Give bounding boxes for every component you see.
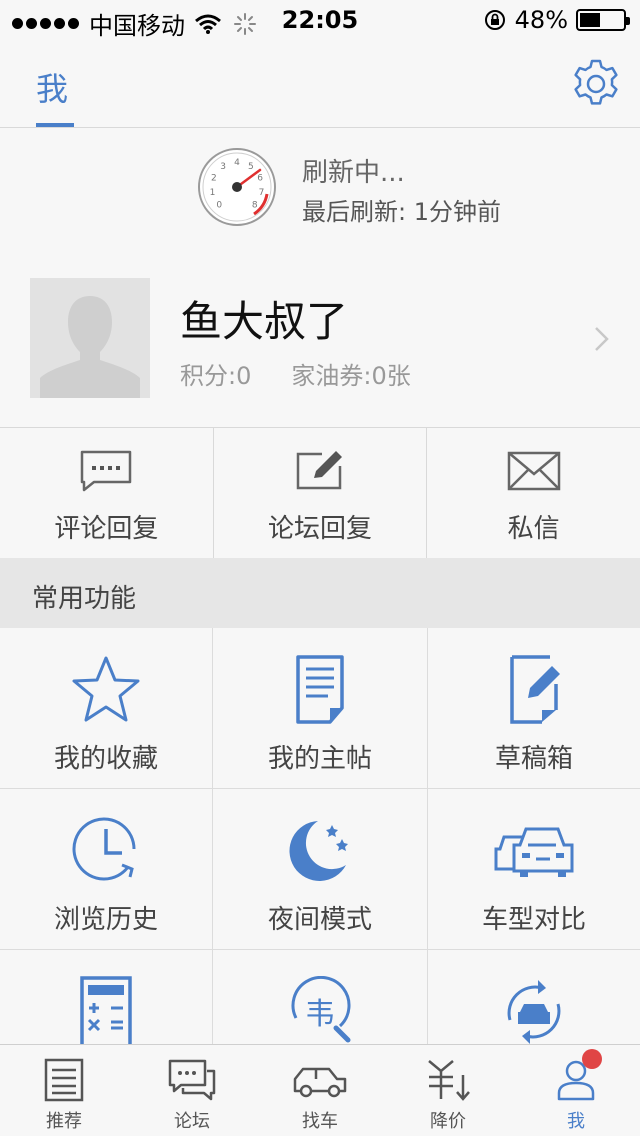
- quick-actions-row: 评论回复 论坛回复 私信: [0, 428, 640, 558]
- feature-label: 车型对比: [481, 905, 586, 935]
- last-refresh-time: 最后刷新: 1分钟前: [302, 198, 501, 226]
- car-replacement-button[interactable]: [428, 950, 640, 1044]
- status-bar: 中国移动 22:05 48%: [0, 0, 640, 40]
- tab-label: 推荐: [46, 1111, 82, 1132]
- gauge-number: 7: [259, 188, 265, 198]
- tab-label: 找车: [302, 1111, 338, 1132]
- private-messages-button[interactable]: 私信: [427, 428, 640, 558]
- star-icon: [72, 656, 140, 722]
- section-title: 常用功能: [32, 584, 137, 614]
- coupon-count: 家油券:0张: [291, 362, 411, 390]
- gauge-number: 8: [252, 201, 258, 211]
- gauge-number: 4: [234, 158, 240, 168]
- tab-me[interactable]: 我: [36, 64, 68, 110]
- car-icon: [293, 1067, 347, 1098]
- drafts-button[interactable]: 草稿箱: [428, 628, 640, 789]
- calculator-icon: [80, 976, 132, 1044]
- battery-icon: [576, 9, 630, 31]
- feature-label: 草稿箱: [494, 744, 573, 774]
- nav-bar: 我: [0, 40, 640, 128]
- quick-action-label: 私信: [507, 514, 560, 544]
- feature-label: 浏览历史: [53, 905, 158, 935]
- points-count: 积分:0: [180, 362, 252, 390]
- comment-icon: [81, 450, 132, 492]
- gear-icon[interactable]: [570, 58, 622, 110]
- section-header: 常用功能: [0, 558, 640, 628]
- price-down-icon: [428, 1060, 470, 1101]
- gauge-number: 5: [248, 162, 254, 172]
- tab-label: 论坛: [174, 1111, 210, 1132]
- tab-label: 降价: [430, 1111, 466, 1132]
- calculator-button[interactable]: [0, 950, 213, 1044]
- car-compare-button[interactable]: 车型对比: [428, 789, 640, 950]
- tab-me-bottom[interactable]: 我: [512, 1045, 640, 1136]
- gauge-number: 3: [220, 162, 226, 172]
- my-posts-button[interactable]: 我的主帖: [213, 628, 428, 789]
- moon-icon: [289, 821, 348, 881]
- edit-icon: [296, 451, 342, 490]
- notification-badge: [582, 1049, 602, 1069]
- tab-indicator: [36, 123, 74, 127]
- avatar[interactable]: [30, 278, 150, 398]
- tab-label: 我: [567, 1111, 585, 1132]
- gauge-number: 2: [211, 173, 217, 183]
- pull-to-refresh-area: 01 23456 78 刷新中... 最后刷新: 1分钟前: [0, 128, 640, 258]
- feature-grid: 我的收藏 我的主帖 草稿箱 浏览历史 夜间模式 车型对比 韦: [0, 628, 640, 1044]
- favorites-button[interactable]: 我的收藏: [0, 628, 213, 789]
- list-icon: [44, 1058, 84, 1102]
- document-icon: [296, 655, 344, 724]
- mail-icon: [507, 451, 560, 491]
- gauge-number: 6: [257, 173, 263, 183]
- refresh-status: 刷新中...: [302, 158, 405, 188]
- comment-replies-button[interactable]: 评论回复: [0, 428, 214, 558]
- history-button[interactable]: 浏览历史: [0, 789, 213, 950]
- tab-forum[interactable]: 论坛: [128, 1045, 256, 1136]
- car-replace-icon: [507, 980, 561, 1044]
- tab-recommend[interactable]: 推荐: [0, 1045, 128, 1136]
- feature-label: 我的收藏: [53, 744, 158, 774]
- chat-icon: [168, 1059, 216, 1101]
- forum-replies-button[interactable]: 论坛回复: [214, 428, 428, 558]
- chevron-right-icon: [595, 327, 609, 351]
- violation-search-icon: 韦: [291, 976, 351, 1043]
- feature-label: 我的主帖: [267, 744, 372, 774]
- speedometer-icon: 01 23 4 56 78: [198, 148, 276, 226]
- draft-icon: [510, 655, 560, 724]
- tab-bar: 推荐 论坛 找车 降价 我: [0, 1044, 640, 1136]
- tab-find-car[interactable]: 找车: [256, 1045, 384, 1136]
- orientation-lock-icon: [484, 10, 505, 30]
- clock-icon: [72, 817, 136, 881]
- car-compare-icon: [494, 827, 574, 877]
- username: 鱼大叔了: [180, 297, 349, 346]
- quick-action-label: 论坛回复: [268, 514, 373, 544]
- profile-card[interactable]: 鱼大叔了 积分:0 家油券:0张: [0, 258, 640, 428]
- battery-percent: 48%: [514, 6, 568, 34]
- feature-label: 夜间模式: [267, 905, 372, 935]
- gauge-number: 0: [216, 201, 222, 211]
- svg-text:韦: 韦: [305, 997, 335, 1032]
- night-mode-button[interactable]: 夜间模式: [213, 789, 428, 950]
- gauge-number: 1: [210, 188, 216, 198]
- quick-action-label: 评论回复: [54, 514, 159, 544]
- default-avatar-icon: [30, 278, 150, 398]
- violation-search-button[interactable]: 韦: [213, 950, 428, 1044]
- tab-price-drop[interactable]: 降价: [384, 1045, 512, 1136]
